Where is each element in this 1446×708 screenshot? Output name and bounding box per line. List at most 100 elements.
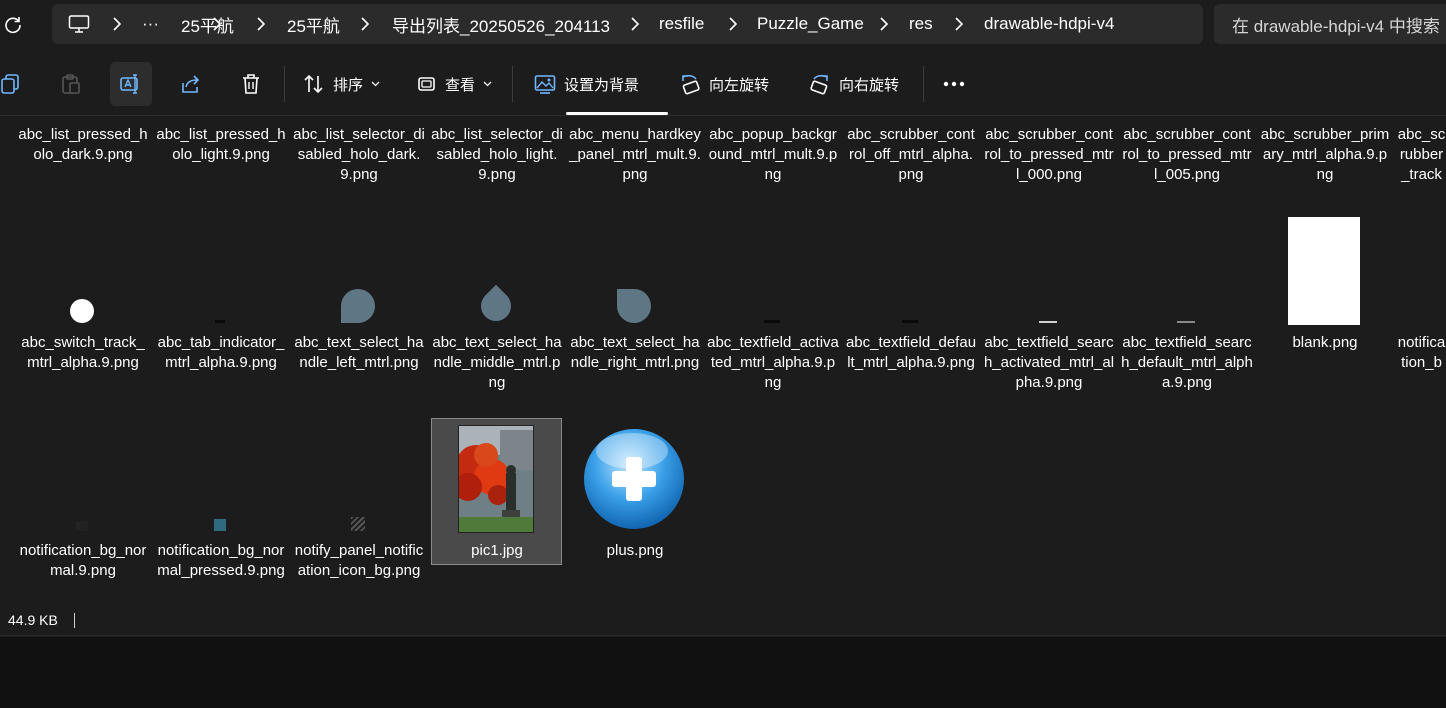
wallpaper-icon — [534, 73, 556, 95]
file-thumbnail — [983, 213, 1113, 325]
file-thumbnail — [707, 213, 837, 325]
file-name: abc_textfield_default_mtrl_alpha.9.png — [845, 334, 977, 371]
blank-image-preview — [1288, 217, 1360, 325]
file-thumbnail — [17, 213, 147, 325]
photo-thumbnail — [458, 425, 534, 533]
toolbar-divider — [512, 66, 513, 102]
file-name: notification_bg_normal_pressed.9.png — [157, 542, 285, 579]
breadcrumb-segment[interactable]: 25平航 — [287, 4, 340, 44]
search-placeholder: 在 drawable-hdpi-v4 中搜索 — [1232, 16, 1440, 36]
file-thumbnail — [1259, 217, 1389, 325]
file-name: abc_list_pressed_holo_dark.9.png — [18, 126, 148, 163]
file-name: abc_scrubber_control_off_mtrl_alpha.png — [847, 126, 975, 183]
trash-icon — [240, 73, 262, 95]
file-name: abc_list_pressed_holo_light.9.png — [156, 126, 286, 163]
file-name: abc_popup_background_mtrl_mult.9.png — [708, 126, 838, 183]
textfield-preview — [1177, 321, 1195, 323]
breadcrumb-segment[interactable]: res — [909, 4, 933, 44]
rename-button[interactable] — [120, 62, 142, 106]
breadcrumb-ellipsis[interactable]: ··· — [142, 4, 159, 44]
status-bar: 44.9 KB — [0, 608, 1446, 636]
file-name: abc_menu_hardkey_panel_mtrl_mult.9.png — [569, 126, 701, 183]
delete-button[interactable] — [240, 62, 262, 106]
this-pc-icon[interactable] — [68, 4, 90, 44]
chevron-right-icon[interactable] — [112, 4, 122, 44]
breadcrumb-current[interactable]: drawable-hdpi-v4 — [984, 4, 1114, 44]
refresh-icon[interactable] — [0, 12, 26, 38]
command-bar: 排序 查看 设置为背景 向左旋转 向右旋转 — [0, 54, 1446, 116]
notification-bg-preview — [76, 521, 88, 531]
plus-icon — [584, 429, 684, 529]
view-icon — [417, 74, 437, 94]
switch-track-preview — [70, 299, 94, 323]
breadcrumb-segment[interactable]: resfile — [659, 4, 704, 44]
breadcrumb-segment[interactable]: 25平航 — [181, 4, 234, 44]
more-options-button[interactable] — [943, 62, 965, 106]
address-bar[interactable]: ··· 25平航 25平航 导出列表_20250526_204113 resfi… — [52, 4, 1203, 44]
status-divider — [74, 613, 75, 628]
paste-icon — [60, 73, 82, 95]
file-name: abc_switch_track_mtrl_alpha.9.png — [21, 334, 145, 371]
set-background-button[interactable]: 设置为背景 — [534, 62, 639, 106]
chevron-down-icon — [371, 81, 380, 87]
share-button[interactable] — [180, 62, 202, 106]
paste-button[interactable] — [60, 62, 82, 106]
file-grid: abc_list_pressed_holo_dark.9.png abc_lis… — [0, 117, 1446, 607]
toolbar-divider — [284, 66, 285, 102]
file-thumbnail — [845, 213, 975, 325]
file-thumbnail — [1121, 213, 1251, 325]
file-name: abc_text_select_handle_middle_mtrl.png — [432, 334, 562, 391]
file-name: notify_panel_notification_icon_bg.png — [294, 542, 424, 579]
file-name: abc_list_selector_disabled_holo_dark.9.p… — [293, 126, 425, 183]
active-command-indicator — [566, 112, 668, 115]
breadcrumb-segment[interactable]: Puzzle_Game — [757, 4, 864, 44]
sort-button[interactable]: 排序 — [303, 62, 380, 106]
rotate-right-button[interactable]: 向右旋转 — [809, 62, 899, 106]
file-name: abc_list_selector_disabled_holo_light.9.… — [431, 126, 563, 183]
file-name: abc_textfield_activated_mtrl_alpha.9.png — [707, 334, 839, 391]
file-name: abc_scrubber_control_to_pressed_mtrl_005… — [1122, 126, 1252, 183]
view-button[interactable]: 查看 — [417, 62, 492, 106]
chevron-right-icon[interactable] — [954, 4, 964, 44]
search-input[interactable]: 在 drawable-hdpi-v4 中搜索 — [1214, 4, 1446, 44]
rotate-left-icon — [679, 73, 701, 95]
chevron-right-icon[interactable] — [360, 4, 370, 44]
rename-icon — [120, 73, 142, 95]
copy-button[interactable] — [0, 62, 22, 106]
file-thumbnail — [293, 213, 423, 325]
rotate-left-button[interactable]: 向左旋转 — [679, 62, 769, 106]
file-thumbnail — [155, 213, 285, 325]
file-name: abc_tab_indicator_mtrl_alpha.9.png — [157, 334, 285, 371]
address-row: ··· 25平航 25平航 导出列表_20250526_204113 resfi… — [0, 0, 1446, 50]
chevron-down-icon — [483, 81, 492, 87]
copy-icon — [0, 73, 22, 95]
set-background-label: 设置为背景 — [564, 76, 640, 94]
file-thumbnail — [155, 421, 285, 533]
file-name: abc_textfield_search_activated_mtrl_alph… — [983, 334, 1115, 391]
share-icon — [180, 73, 202, 95]
chevron-right-icon[interactable] — [728, 4, 738, 44]
file-thumbnail — [431, 213, 561, 328]
view-label: 查看 — [445, 76, 476, 94]
notification-bg-pressed-preview — [214, 519, 226, 531]
file-name: notification_bg_low_normal.9.png — [1397, 334, 1446, 371]
more-icon — [943, 81, 965, 87]
file-name: pic1.jpg — [471, 542, 523, 559]
taskbar-area — [0, 637, 1446, 708]
select-handle-left-preview — [341, 289, 375, 323]
notify-panel-preview — [351, 517, 365, 531]
textfield-preview — [1039, 321, 1057, 323]
select-handle-middle-preview — [474, 284, 518, 328]
file-name: plus.png — [606, 542, 664, 559]
chevron-right-icon[interactable] — [256, 4, 266, 44]
file-name: abc_scrubber_control_to_pressed_mtrl_000… — [984, 126, 1114, 183]
file-name: abc_textfield_search_default_mtrl_alpha.… — [1121, 334, 1253, 391]
file-thumbnail — [431, 425, 561, 533]
breadcrumb-segment[interactable]: 导出列表_20250526_204113 — [392, 4, 610, 44]
select-handle-right-preview — [617, 289, 651, 323]
selection-size: 44.9 KB — [8, 612, 58, 628]
textfield-preview — [764, 320, 780, 323]
tab-indicator-preview — [215, 320, 225, 323]
chevron-right-icon[interactable] — [879, 4, 889, 44]
chevron-right-icon[interactable] — [630, 4, 640, 44]
